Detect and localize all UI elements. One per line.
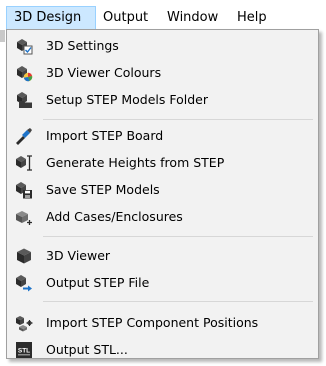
3d-design-dropdown-menu: 3D Settings 3D Viewer Colours Setup STEP… (6, 29, 319, 359)
menu-item-label: Output STL... (46, 342, 128, 357)
cube-folder-icon (15, 91, 33, 109)
menu-window[interactable]: Window (160, 6, 225, 30)
menu-item-setup-step-models-folder[interactable]: Setup STEP Models Folder (9, 88, 316, 112)
stl-icon: STL (15, 341, 33, 359)
menu-item-label: Import STEP Component Positions (46, 315, 259, 330)
menu-item-label: Add Cases/Enclosures (46, 209, 183, 224)
menu-item-label: 3D Viewer Colours (46, 65, 162, 80)
menu-output[interactable]: Output (96, 6, 155, 30)
cube-viewer-icon (15, 247, 33, 265)
cube-output-icon (15, 274, 33, 292)
menu-item-output-stl[interactable]: STL Output STL... (9, 338, 316, 362)
cube-settings-icon (15, 37, 33, 55)
menu-item-label: Output STEP File (46, 275, 150, 290)
menu-item-save-step-models[interactable]: Save STEP Models (9, 178, 316, 202)
cube-positions-icon (15, 314, 33, 332)
menu-item-label: 3D Settings (46, 38, 119, 53)
svg-text:STL: STL (18, 348, 30, 355)
menu-separator (43, 119, 313, 120)
menu-separator (43, 236, 313, 237)
menu-help[interactable]: Help (230, 6, 274, 30)
menu-item-3d-viewer[interactable]: 3D Viewer (9, 244, 316, 268)
menu-item-label: Generate Heights from STEP (46, 155, 225, 170)
menu-item-add-cases-enclosures[interactable]: Add Cases/Enclosures (9, 205, 316, 229)
menu-bar: 3D Design Output Window Help (0, 0, 326, 31)
menu-item-label: 3D Viewer (46, 248, 111, 263)
menu-item-generate-heights[interactable]: Generate Heights from STEP (9, 151, 316, 175)
import-board-icon (15, 127, 33, 145)
cube-add-icon (15, 208, 33, 226)
menu-item-label: Setup STEP Models Folder (46, 92, 208, 107)
menu-item-import-step-board[interactable]: Import STEP Board (9, 124, 316, 148)
cube-colours-icon (15, 64, 33, 82)
cube-save-icon (15, 181, 33, 199)
menu-3d-design[interactable]: 3D Design (6, 6, 96, 30)
menu-item-output-step-file[interactable]: Output STEP File (9, 271, 316, 295)
cube-height-icon (15, 154, 33, 172)
menu-item-import-step-component-positions[interactable]: Import STEP Component Positions (9, 311, 316, 335)
menu-item-label: Import STEP Board (46, 128, 164, 143)
menu-item-3d-viewer-colours[interactable]: 3D Viewer Colours (9, 61, 316, 85)
menu-separator (43, 301, 313, 302)
menu-item-3d-settings[interactable]: 3D Settings (9, 34, 316, 58)
menu-item-label: Save STEP Models (46, 182, 160, 197)
window-edge (0, 30, 5, 42)
